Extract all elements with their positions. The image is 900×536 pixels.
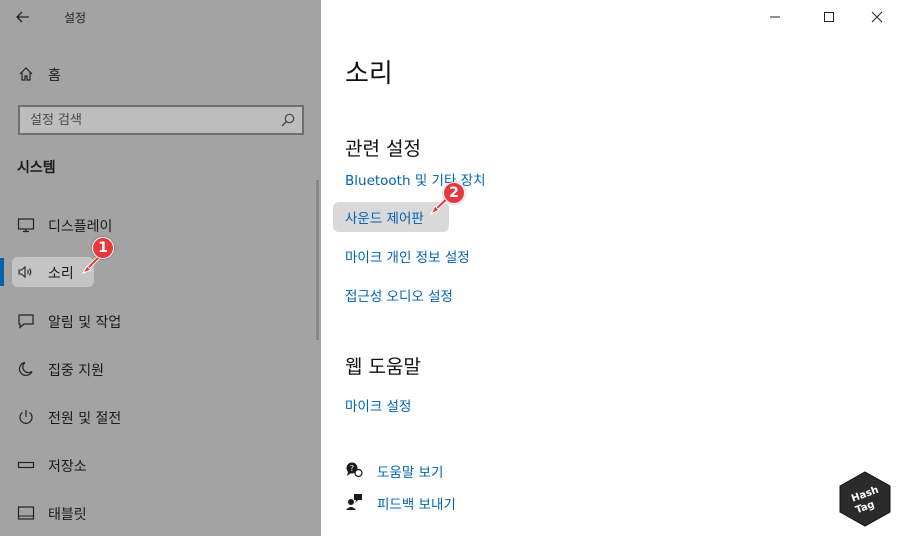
minimize-button[interactable] (752, 0, 798, 34)
minimize-icon (770, 16, 780, 18)
feedback-link[interactable]: 피드백 보내기 (377, 493, 456, 513)
sound-control-panel-link[interactable]: 사운드 제어판 (345, 207, 424, 227)
sidebar-item-label: 집중 지원 (48, 363, 104, 379)
related-settings-heading: 관련 설정 (345, 138, 421, 160)
annotation-marker-2: 2 (443, 182, 465, 204)
sidebar-item-label: 알림 및 작업 (48, 315, 122, 331)
sidebar-item-label: 디스플레이 (48, 219, 113, 235)
search-box (18, 105, 304, 135)
maximize-icon (824, 12, 834, 22)
web-help-heading: 웹 도움말 (345, 356, 421, 378)
close-button[interactable] (854, 0, 900, 34)
get-help-link[interactable]: 도움말 보기 (377, 461, 443, 481)
section-title: 시스템 (17, 160, 56, 176)
maximize-button[interactable] (806, 0, 852, 34)
sidebar-item-tablet[interactable]: 태블릿 (0, 493, 300, 533)
sidebar: 설정 홈 시스템 디스플레이 소리 알림 및 작업 (0, 0, 321, 536)
annotation-marker-1: 1 (92, 237, 114, 259)
accessibility-audio-link[interactable]: 접근성 오디오 설정 (345, 285, 453, 305)
speaker-icon (18, 265, 32, 279)
search-input[interactable] (20, 107, 270, 133)
sidebar-item-label: 소리 (48, 266, 74, 282)
microphone-setup-link[interactable]: 마이크 설정 (345, 395, 411, 415)
app-title: 설정 (64, 11, 87, 25)
help-chat-icon: ? (346, 462, 363, 478)
sidebar-item-label: 홈 (48, 68, 61, 84)
microphone-privacy-link[interactable]: 마이크 개인 정보 설정 (345, 246, 470, 266)
feedback-icon (346, 494, 362, 510)
moon-icon (18, 361, 33, 376)
tablet-icon (17, 506, 35, 520)
home-icon (19, 67, 33, 81)
sidebar-item-label: 저장소 (48, 459, 87, 475)
sidebar-item-focus-assist[interactable]: 집중 지원 (0, 349, 300, 389)
sidebar-item-storage[interactable]: 저장소 (0, 445, 300, 485)
sidebar-item-label: 태블릿 (48, 507, 87, 523)
close-icon (871, 11, 883, 23)
sidebar-item-power[interactable]: 전원 및 절전 (0, 397, 300, 437)
power-icon (19, 410, 33, 424)
bluetooth-link[interactable]: Bluetooth 및 기타 장치 (345, 169, 486, 189)
sidebar-item-notifications[interactable]: 알림 및 작업 (0, 301, 300, 341)
sidebar-item-sound[interactable]: 소리 (0, 252, 300, 292)
notification-icon (18, 314, 34, 329)
storage-icon (17, 461, 35, 469)
back-button[interactable] (10, 5, 36, 29)
sidebar-scrollbar[interactable] (316, 180, 319, 340)
sidebar-item-home[interactable]: 홈 (0, 58, 300, 90)
hashtag-logo: Hash Tag (839, 471, 891, 527)
main-content: 소리 관련 설정 Bluetooth 및 기타 장치 사운드 제어판 마이크 개… (321, 0, 900, 536)
page-title: 소리 (345, 59, 393, 89)
sidebar-item-display[interactable]: 디스플레이 (0, 205, 300, 245)
svg-text:?: ? (350, 464, 354, 473)
arrow-left-icon (16, 11, 29, 23)
sidebar-item-label: 전원 및 절전 (48, 411, 122, 427)
title-bar: 설정 (0, 0, 321, 36)
monitor-icon (17, 218, 35, 233)
search-icon[interactable] (280, 112, 296, 128)
selection-indicator (0, 258, 4, 286)
